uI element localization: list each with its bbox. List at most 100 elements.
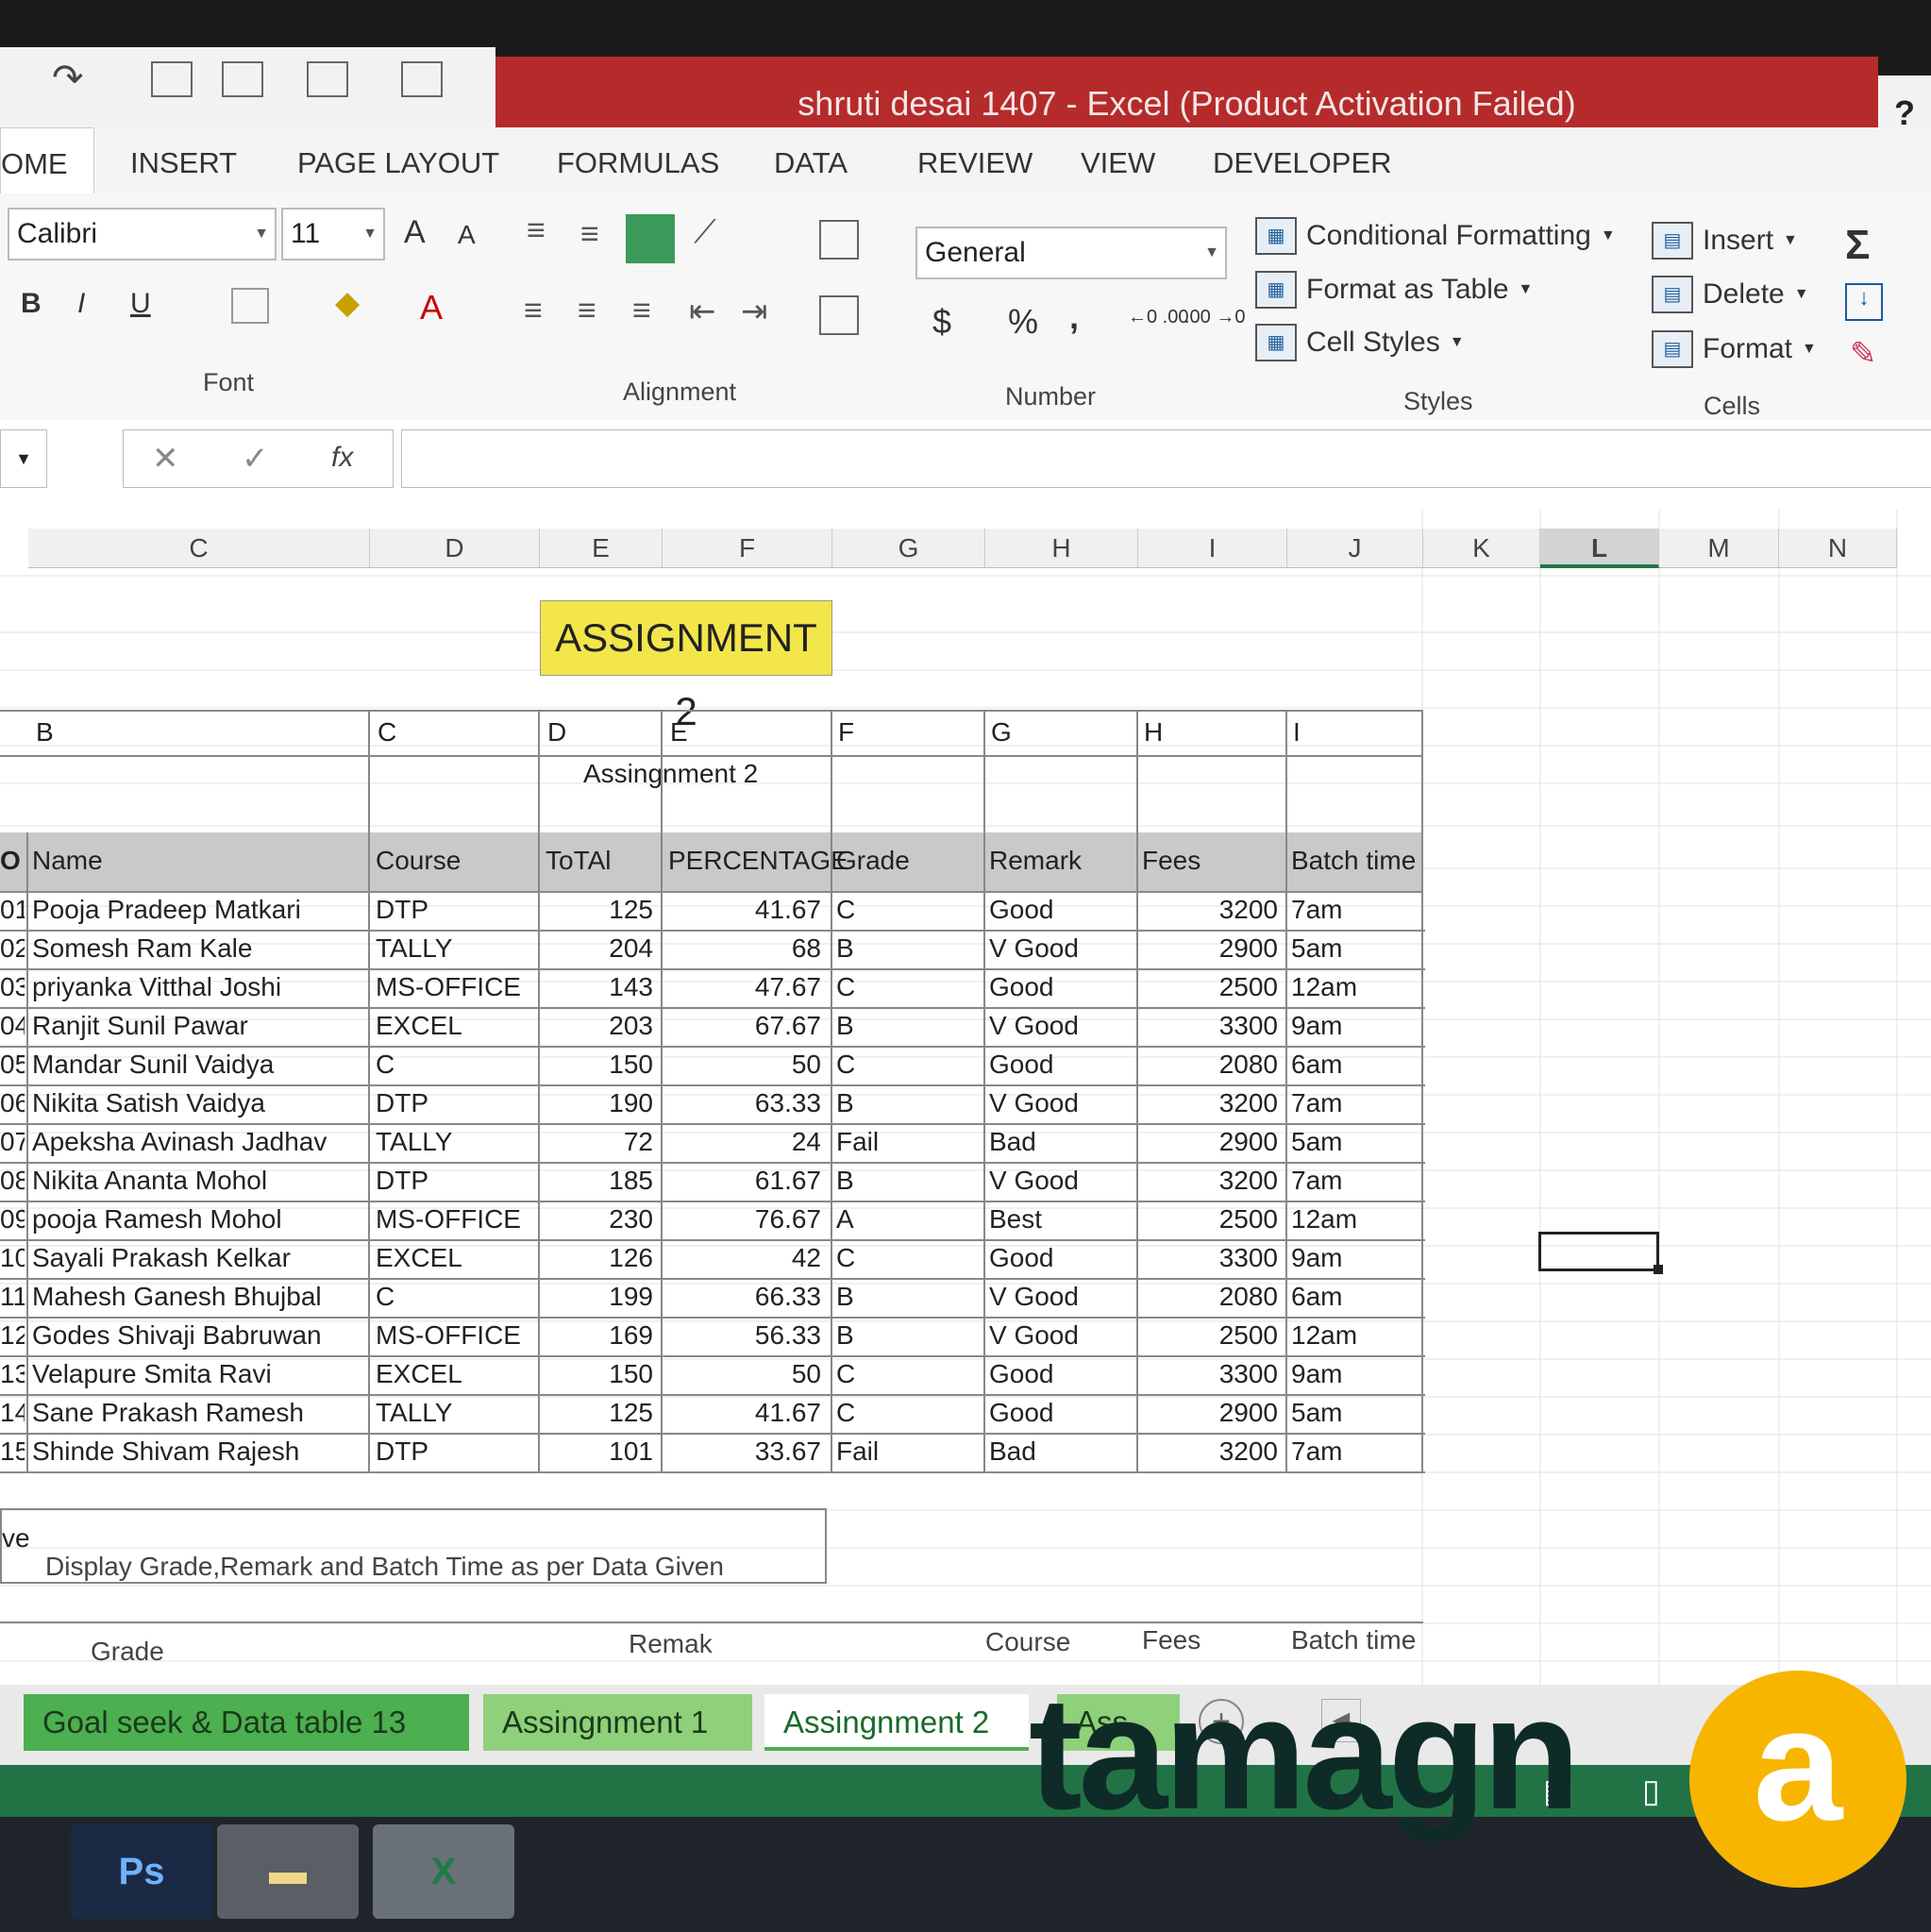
cell-batch[interactable]: 5am [1291, 1127, 1414, 1157]
cell-total[interactable]: 203 [540, 1011, 653, 1041]
cell-grade[interactable]: B [836, 1282, 978, 1312]
underline-button[interactable]: U [130, 288, 151, 320]
cell-pct[interactable]: 66.33 [663, 1282, 821, 1312]
tab-developer[interactable]: DEVELOPER [1213, 127, 1392, 198]
cell-pct[interactable]: 50 [663, 1359, 821, 1389]
cell-grade[interactable]: C [836, 1050, 978, 1080]
column-header-f[interactable]: F [663, 529, 832, 568]
table-grid-icon[interactable] [401, 61, 443, 97]
cell-grade[interactable]: C [836, 1398, 978, 1428]
cell-grade[interactable]: C [836, 1243, 978, 1273]
cell-fees[interactable]: 2500 [1138, 972, 1278, 1002]
borders-icon[interactable] [231, 288, 269, 324]
cell-pct[interactable]: 41.67 [663, 895, 821, 925]
cell-remark[interactable]: Bad [989, 1436, 1131, 1467]
cell-total[interactable]: 143 [540, 972, 653, 1002]
cell-course[interactable]: EXCEL [376, 1011, 536, 1041]
name-box-dropdown[interactable]: ▼ [0, 429, 47, 488]
photoshop-taskbar-button[interactable]: Ps [71, 1824, 212, 1919]
cell-remark[interactable]: Good [989, 1050, 1131, 1080]
clear-icon[interactable]: ✎ [1850, 335, 1877, 373]
cell-pct[interactable]: 68 [663, 933, 821, 964]
cell-total[interactable]: 185 [540, 1166, 653, 1196]
cell-course[interactable]: TALLY [376, 1127, 536, 1157]
increase-decimal-button[interactable]: ←0 .00 [1128, 307, 1188, 328]
align-middle-icon[interactable]: ≡ [580, 216, 599, 253]
cell-total[interactable]: 150 [540, 1050, 653, 1080]
cell-course[interactable]: DTP [376, 1088, 536, 1118]
column-header-g[interactable]: G [832, 529, 985, 568]
print-preview-icon[interactable] [222, 61, 263, 97]
cell-grade[interactable]: B [836, 1320, 978, 1351]
cell-pct[interactable]: 67.67 [663, 1011, 821, 1041]
column-header-e[interactable]: E [540, 529, 663, 568]
cell-fees[interactable]: 3200 [1138, 895, 1278, 925]
formula-input[interactable] [401, 429, 1931, 488]
align-bottom-icon[interactable] [626, 214, 675, 263]
tab-view[interactable]: VIEW [1081, 127, 1155, 198]
cell-total[interactable]: 150 [540, 1359, 653, 1389]
cell-course[interactable]: MS-OFFICE [376, 1320, 536, 1351]
cell-course[interactable]: DTP [376, 895, 536, 925]
cell-batch[interactable]: 6am [1291, 1050, 1414, 1080]
cell-no[interactable]: 10 [0, 1243, 25, 1273]
cell-name[interactable]: Nikita Satish Vaidya [32, 1088, 362, 1118]
cell-course[interactable]: TALLY [376, 933, 536, 964]
cell-remark[interactable]: Good [989, 1398, 1131, 1428]
cell-fees[interactable]: 2080 [1138, 1282, 1278, 1312]
orientation-icon[interactable]: ⟋ [694, 214, 716, 251]
cell-no[interactable]: 12 [0, 1320, 25, 1351]
cell-batch[interactable]: 7am [1291, 1166, 1414, 1196]
insert-cells-button[interactable]: ▤ Insert ▼ [1652, 222, 1798, 260]
sheet-tab-assignment-1[interactable]: Assingnment 1 [483, 1694, 752, 1751]
insert-function-button[interactable]: fx [331, 442, 353, 474]
cell-total[interactable]: 199 [540, 1282, 653, 1312]
grow-font-button[interactable]: A [404, 214, 426, 251]
cell-batch[interactable]: 6am [1291, 1282, 1414, 1312]
tab-review[interactable]: REVIEW [917, 127, 1033, 198]
cell-grade[interactable]: C [836, 895, 978, 925]
cell-pct[interactable]: 47.67 [663, 972, 821, 1002]
selected-cell[interactable] [1538, 1232, 1659, 1271]
font-name-select[interactable]: Calibri ▼ [8, 208, 277, 260]
cell-course[interactable]: C [376, 1050, 536, 1080]
align-left-icon[interactable]: ≡ [524, 293, 543, 329]
cell-batch[interactable]: 7am [1291, 1088, 1414, 1118]
cell-grade[interactable]: B [836, 1011, 978, 1041]
tab-data[interactable]: DATA [774, 127, 848, 198]
cell-no[interactable]: 02 [0, 933, 25, 964]
cell-course[interactable]: C [376, 1282, 536, 1312]
cell-no[interactable]: 07 [0, 1127, 25, 1157]
cell-grade[interactable]: B [836, 1088, 978, 1118]
cell-name[interactable]: Apeksha Avinash Jadhav [32, 1127, 362, 1157]
cell-batch[interactable]: 12am [1291, 1320, 1414, 1351]
cell-fees[interactable]: 3200 [1138, 1436, 1278, 1467]
shrink-font-button[interactable]: A [458, 220, 476, 250]
align-right-icon[interactable]: ≡ [632, 293, 651, 329]
fill-icon[interactable]: ↓ [1845, 283, 1883, 321]
tab-insert[interactable]: INSERT [130, 127, 237, 198]
cell-fees[interactable]: 3200 [1138, 1166, 1278, 1196]
cell-total[interactable]: 126 [540, 1243, 653, 1273]
decrease-decimal-button[interactable]: .00 →0 [1184, 307, 1245, 328]
cell-pct[interactable]: 56.33 [663, 1320, 821, 1351]
tab-page-layout[interactable]: PAGE LAYOUT [297, 127, 499, 198]
cell-name[interactable]: priyanka Vitthal Joshi [32, 972, 362, 1002]
cell-fees[interactable]: 2080 [1138, 1050, 1278, 1080]
cell-remark[interactable]: Bad [989, 1127, 1131, 1157]
cell-pct[interactable]: 76.67 [663, 1204, 821, 1235]
cell-batch[interactable]: 7am [1291, 1436, 1414, 1467]
cell-total[interactable]: 190 [540, 1088, 653, 1118]
cell-no[interactable]: 15 [0, 1436, 25, 1467]
conditional-formatting-button[interactable]: ▦ Conditional Formatting ▼ [1255, 217, 1616, 255]
cell-pct[interactable]: 33.67 [663, 1436, 821, 1467]
cell-remark[interactable]: V Good [989, 1320, 1131, 1351]
sheet-tab-assignment-2[interactable]: Assingnment 2 [764, 1694, 1029, 1751]
cell-fees[interactable]: 3300 [1138, 1243, 1278, 1273]
cell-no[interactable]: 01 [0, 895, 25, 925]
cell-remark[interactable]: Good [989, 1359, 1131, 1389]
cell-total[interactable]: 230 [540, 1204, 653, 1235]
cell-pct[interactable]: 24 [663, 1127, 821, 1157]
excel-taskbar-button[interactable]: X [373, 1824, 514, 1919]
cell-no[interactable]: 03 [0, 972, 25, 1002]
